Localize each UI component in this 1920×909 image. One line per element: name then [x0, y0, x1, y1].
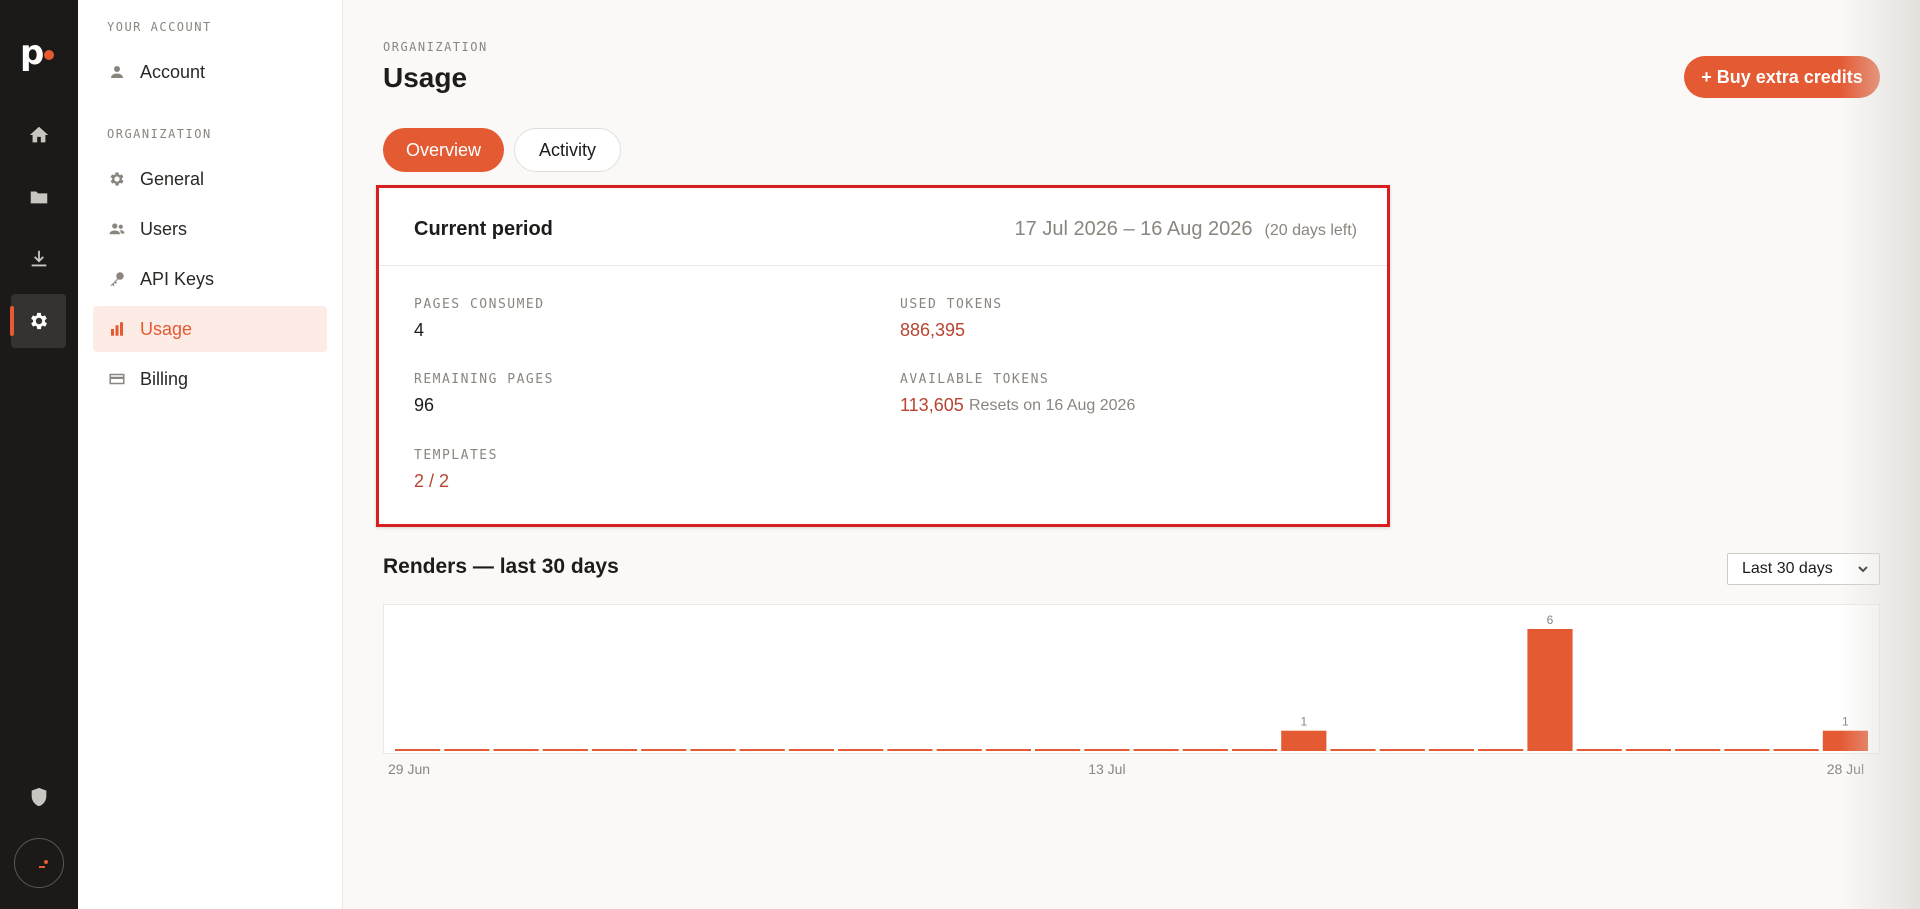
folder-icon[interactable]: [11, 170, 66, 224]
chart-bar: [591, 749, 638, 751]
sidebar-item-label: Account: [140, 61, 206, 82]
chart-bar: [1527, 629, 1573, 751]
chart-bar: [1281, 730, 1327, 751]
chart-bar: [1822, 730, 1868, 751]
chart-bar: [395, 749, 441, 751]
chart-data-label: 6: [1547, 613, 1554, 627]
chart-bar: [1428, 749, 1475, 751]
used-tokens-value: 886,395: [900, 320, 966, 340]
chart-bar: [1478, 749, 1524, 751]
logo-dot: [44, 50, 54, 60]
app-logo[interactable]: p: [20, 36, 60, 72]
settings-sidebar: YOUR ACCOUNT Account ORGANIZATION Genera…: [78, 0, 343, 909]
sidebar-item-users[interactable]: Users: [93, 206, 327, 252]
templates-value: 2 / 2: [414, 471, 450, 491]
chart-bar: [1232, 749, 1278, 751]
chart-bar: [788, 749, 835, 751]
home-icon[interactable]: [11, 108, 66, 162]
section-your-account: YOUR ACCOUNT: [107, 20, 212, 34]
period-dates: 17 Jul 2026 – 16 Aug 2026: [1014, 218, 1253, 240]
tokens-reset-note: Resets on 16 Aug 2026: [969, 397, 1136, 414]
chart-bar: [1773, 749, 1819, 751]
sidebar-item-label: General: [140, 168, 205, 189]
chart-bar: [739, 749, 785, 751]
chart-bar: [1675, 749, 1721, 751]
remaining-pages-value: 96: [414, 395, 435, 415]
avatar[interactable]: [14, 838, 64, 888]
chart-bar: [1330, 749, 1376, 751]
chart-bar: [1182, 749, 1228, 751]
period-range: 17 Jul 2026 – 16 Aug 2026 (20 days left): [1015, 218, 1357, 241]
sidebar-item-label: Billing: [140, 368, 189, 389]
chart-bar: [542, 749, 588, 751]
remaining-pages-label: REMAINING PAGES: [414, 372, 554, 387]
gear-icon: [110, 172, 124, 186]
download-icon[interactable]: [11, 232, 66, 286]
sidebar-item-general[interactable]: General: [93, 156, 327, 202]
sidebar-item-label: Usage: [140, 318, 193, 339]
current-period-card: Current period 17 Jul 2026 – 16 Aug 2026…: [376, 185, 1390, 527]
chart-bar: [444, 749, 490, 751]
chart-data-label: 1: [1842, 715, 1849, 729]
page-title: Usage: [383, 62, 468, 93]
chevron-down-icon: [1858, 566, 1868, 573]
chart-bar: [985, 749, 1031, 751]
used-tokens-label: USED TOKENS: [900, 297, 1003, 312]
logo-letter: p: [20, 33, 45, 73]
chart-bar: [1576, 749, 1622, 751]
templates-label: TEMPLATES: [414, 448, 498, 463]
sidebar-item-billing[interactable]: Billing: [93, 356, 327, 402]
chart-bar: [936, 749, 982, 751]
chart-bar: [838, 749, 884, 751]
chart-bar: [1035, 749, 1081, 751]
chart-bar: [641, 749, 687, 751]
x-tick-label: 29 Jun: [388, 761, 431, 777]
bar-chart-icon: [111, 322, 123, 336]
sidebar-item-api-keys[interactable]: API Keys: [93, 256, 327, 302]
chart-bar: [1379, 749, 1425, 751]
credit-card-icon: [109, 373, 125, 385]
chart-bar: [690, 749, 736, 751]
key-icon: [110, 272, 124, 287]
x-tick-label: 13 Jul: [1088, 761, 1126, 777]
renders-chart-title: Renders — last 30 days: [383, 555, 619, 578]
chart-bar: [887, 749, 933, 751]
app-rail: p: [0, 0, 78, 909]
sidebar-item-usage[interactable]: Usage: [93, 306, 327, 352]
avatar-dot: [44, 860, 48, 864]
sidebar-item-label: Users: [140, 218, 188, 239]
avatar-mark: [39, 866, 45, 868]
range-select-value: Last 30 days: [1742, 560, 1833, 577]
chart-data-label: 1: [1300, 715, 1307, 729]
person-icon: [111, 66, 123, 78]
users-icon: [109, 223, 125, 235]
gear-icon[interactable]: [10, 294, 66, 348]
tab-activity[interactable]: Activity: [514, 128, 621, 172]
period-header: Current period 17 Jul 2026 – 16 Aug 2026…: [379, 188, 1387, 266]
pages-consumed-value: 4: [414, 320, 425, 340]
available-tokens-value: 113,605: [900, 395, 964, 415]
chart-bar: [1724, 749, 1770, 751]
chart-bar: [1625, 749, 1671, 751]
buy-extra-credits-button[interactable]: + Buy extra credits: [1684, 56, 1880, 98]
chart-bar: [493, 749, 539, 751]
tab-overview[interactable]: Overview: [383, 128, 504, 172]
chart-bar: [1084, 749, 1130, 751]
available-tokens-label: AVAILABLE TOKENS: [900, 372, 1050, 387]
pages-consumed-label: PAGES CONSUMED: [414, 297, 545, 312]
sidebar-item-label: API Keys: [140, 268, 215, 289]
renders-chart: 1 6 1: [395, 613, 1868, 751]
page-eyebrow: ORGANIZATION: [383, 40, 488, 54]
shield-icon[interactable]: [11, 770, 66, 824]
period-title: Current period: [414, 218, 553, 240]
x-tick-label: 28 Jul: [1826, 761, 1865, 777]
days-left: (20 days left): [1264, 222, 1357, 239]
range-select[interactable]: Last 30 days: [1727, 553, 1880, 585]
chart-bar: [1133, 749, 1179, 751]
section-organization: ORGANIZATION: [107, 127, 212, 141]
sidebar-item-account[interactable]: Account: [93, 49, 327, 95]
